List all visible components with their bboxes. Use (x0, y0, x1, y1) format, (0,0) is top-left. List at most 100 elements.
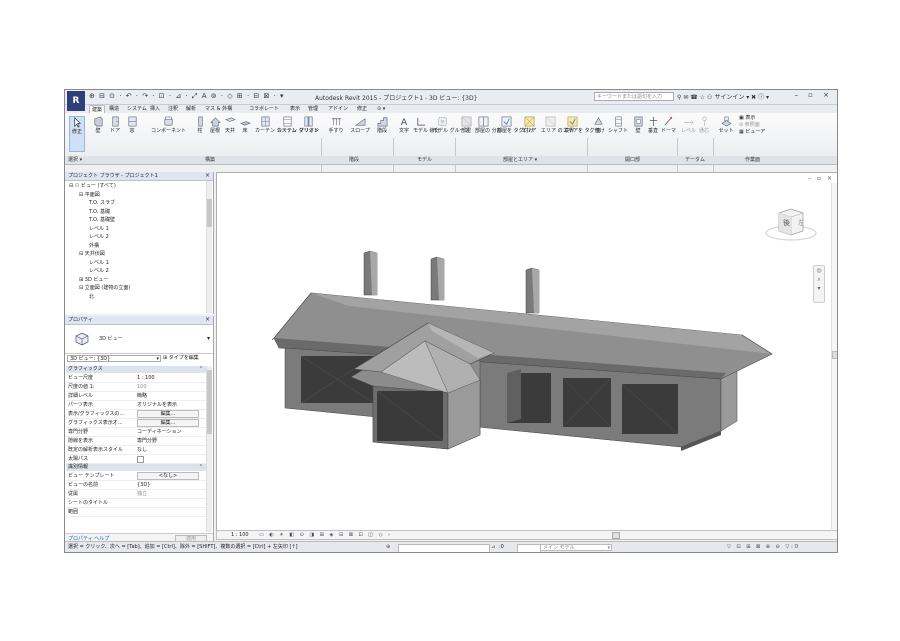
property-value[interactable]: なし (137, 446, 147, 454)
browser-tree-item[interactable]: レベル 2 (89, 268, 109, 275)
floor-button[interactable]: 床 (238, 116, 252, 134)
property-value[interactable]: 簡略 (137, 392, 147, 400)
chevron-down-icon[interactable]: ▾ (207, 335, 210, 342)
browser-scrollbar[interactable] (206, 181, 212, 313)
application-menu-button[interactable]: R (67, 91, 85, 111)
exchange-icon[interactable]: ▾ ✖ (746, 94, 758, 101)
viewer-button[interactable]: ▦ ビューア (739, 129, 765, 136)
main-model-select[interactable]: メイン モデル ▾ (540, 544, 612, 551)
curtain-system-button[interactable]: カーテン システム (255, 116, 296, 134)
selection-filter-icons[interactable]: ▽ ⊡ ⊞ ⊠ ⊕ ⊖ ▽:0 (727, 542, 800, 552)
window-controls[interactable]: – ▫ × (794, 91, 833, 99)
browser-tree-item[interactable]: T.O. 基礎壁 (89, 217, 115, 224)
ref-plane-button[interactable]: ⊘ 参照面 (739, 122, 765, 129)
area-boundary-button[interactable]: エリア の 境界 (541, 116, 574, 134)
wall-button[interactable]: 壁 (91, 116, 105, 134)
edit-type-button[interactable]: ⊞ タイプを編集 (163, 355, 199, 362)
subscription-icon[interactable]: ✉ (683, 94, 688, 101)
model-text-button[interactable]: A 文字 (397, 116, 411, 134)
tab-insert[interactable]: 挿入 (150, 105, 160, 113)
area-button[interactable]: エリア (521, 116, 537, 134)
tab-modify[interactable]: 修正 (357, 105, 367, 113)
tab-collaborate[interactable]: コラボレート (249, 105, 279, 113)
level-button[interactable]: レベル (681, 116, 696, 134)
tab-manage[interactable]: 管理 (308, 105, 318, 113)
browser-tree-item[interactable]: ⊟ 天井伏図 (79, 251, 105, 258)
window-button[interactable]: 窓 (125, 116, 139, 134)
ramp-button[interactable]: スロープ (348, 116, 372, 134)
panel-room-area[interactable]: 部屋とエリア ▾ (503, 156, 537, 164)
3d-viewport[interactable]: – ▫ × 後 左 ◎ ⌕ ▾ (216, 172, 837, 532)
show-workplane-button[interactable]: ▣ 表示 (739, 115, 765, 122)
browser-tree-item[interactable]: レベル 1 (89, 260, 109, 267)
room-button[interactable]: 部屋 (459, 116, 473, 134)
tab-analyze[interactable]: 解析 (186, 105, 196, 113)
property-value[interactable]: 1 : 100 (137, 374, 155, 382)
workplane-set-button[interactable]: セット (717, 116, 735, 134)
browser-tree-item[interactable]: T.O. スラブ (89, 200, 115, 207)
shaft-button[interactable]: シャフト (607, 116, 629, 134)
view-scale[interactable]: 1 : 100 (231, 531, 249, 539)
search-input[interactable]: キーワードまたは語句を入力 (594, 92, 674, 101)
design-option-field[interactable] (517, 544, 541, 552)
panel-select[interactable]: 選択 ▾ (68, 156, 82, 164)
wall-opening-button[interactable]: 壁 (631, 116, 645, 134)
grid-button[interactable]: 通芯 (697, 116, 711, 134)
scrollbar-thumb[interactable] (207, 370, 212, 434)
sign-in-link[interactable]: サインイン (714, 94, 744, 101)
browser-tree-item[interactable]: レベル 2 (89, 234, 109, 241)
close-icon[interactable]: × (205, 316, 210, 324)
tab-extra[interactable]: ⊙ ▾ (377, 105, 385, 113)
building-3d-model[interactable] (217, 173, 827, 529)
browser-tree-item[interactable]: 外構 (89, 243, 99, 250)
modify-button[interactable]: 修正 (69, 116, 85, 152)
by-face-button[interactable]: 面 (591, 116, 605, 134)
view-control-icons[interactable]: ▭ ◐ ☀ ◧ ⊙ ◨ ⊞ ◈ ⊟ ⊠ ⊡ ◫ ◇ › (259, 531, 392, 539)
communication-icon[interactable]: ☎ (690, 94, 697, 101)
infocenter-icons[interactable]: ⚲ ✉ ☎ ☆ ⚇ サインイン ▾ ✖ ⓘ ▾ (677, 92, 769, 101)
property-edit-button[interactable]: 編集... (137, 410, 199, 418)
favorites-icon[interactable]: ☆ (700, 94, 705, 101)
help-icon[interactable]: ⓘ ▾ (758, 94, 769, 101)
quick-access-toolbar[interactable]: ⊕ ⊟ ⊙ · ↶ · ↷ · ⊡ · ⊿ · ⤢ A ⊚ · ◇ ⊞ · ⊟ … (89, 92, 285, 101)
tab-addins[interactable]: アドイン (328, 105, 348, 113)
model-line-button[interactable]: モデル 線分 (413, 116, 440, 134)
stair-button[interactable]: 階段 (375, 116, 389, 134)
browser-tree-item[interactable]: ⊟ 立面図 (建物の立面) (79, 285, 130, 292)
ceiling-button[interactable]: 天井 (223, 116, 237, 134)
tab-structure[interactable]: 構造 (109, 105, 119, 113)
property-value[interactable]: 専門分野 (137, 437, 157, 445)
railing-button[interactable]: 手すり (327, 116, 345, 134)
tab-systems[interactable]: システム (127, 105, 147, 113)
browser-tree-item[interactable]: ⊞ 3D ビュー (79, 277, 108, 284)
binoculars-icon[interactable]: ⚲ (677, 94, 681, 101)
property-value[interactable]: オリジナルを表示 (137, 401, 177, 409)
editable-only-icon[interactable]: ⊿ (491, 542, 495, 552)
property-value[interactable]: コーディネーション (137, 428, 182, 436)
tag-room-button[interactable]: 部屋を タグ付け (497, 116, 534, 134)
tag-area-button[interactable]: エリアを タグ付け (563, 116, 605, 134)
component-button[interactable]: コンポーネント (151, 116, 186, 134)
property-edit-button[interactable]: 編集... (137, 419, 199, 427)
browser-tree-item[interactable]: ⊟ 平面図 (79, 192, 100, 199)
collapse-icon[interactable]: ⌃ (199, 464, 203, 471)
tab-view[interactable]: 表示 (290, 105, 300, 113)
scrollbar-thumb[interactable] (832, 351, 837, 359)
collapse-icon[interactable]: ⌃ (199, 366, 203, 373)
horizontal-scrollbar-thumb[interactable] (612, 532, 620, 539)
model-group-button[interactable]: モデル グループ (433, 116, 469, 134)
property-value[interactable]: 独立 (137, 490, 147, 498)
viewport-vertical-scrollbar[interactable] (831, 183, 837, 529)
column-button[interactable]: 柱 (193, 116, 207, 134)
workset-select[interactable] (398, 544, 490, 552)
user-icon[interactable]: ⚇ (707, 94, 712, 101)
close-icon[interactable]: × (205, 172, 210, 180)
mullion-button[interactable]: マリオン (299, 116, 319, 134)
properties-scrollbar[interactable] (206, 366, 212, 532)
property-edit-button[interactable]: <なし> (137, 472, 199, 480)
tab-massing-site[interactable]: マス & 外構 (205, 105, 232, 113)
sun-path-checkbox[interactable] (137, 456, 144, 463)
section-graphics[interactable]: グラフィックス ⌃ (66, 366, 206, 373)
browser-tree-item[interactable]: T.O. 基礎 (89, 209, 110, 216)
property-value[interactable]: 100 (137, 383, 147, 391)
